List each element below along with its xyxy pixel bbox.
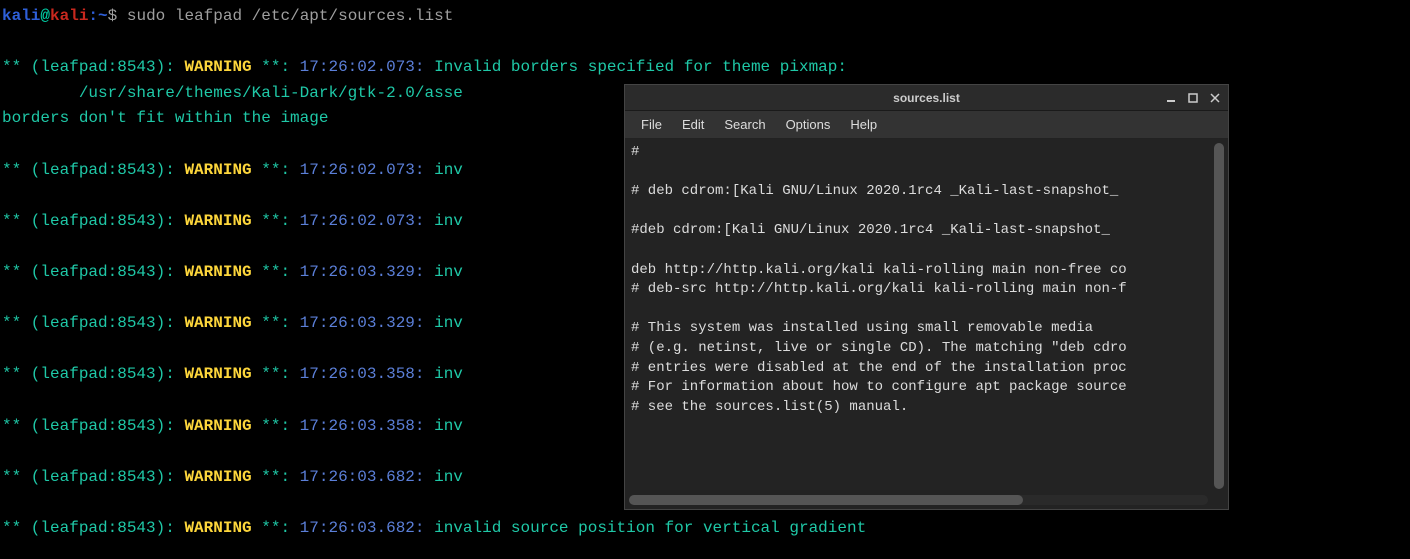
prompt-path: ~ (98, 7, 108, 25)
prompt-dollar: $ (108, 7, 118, 25)
maximize-icon (1187, 92, 1199, 104)
prompt-sep: : (88, 7, 98, 25)
editor-content[interactable]: # # deb cdrom:[Kali GNU/Linux 2020.1rc4 … (625, 139, 1228, 421)
close-button[interactable] (1206, 89, 1224, 107)
menu-edit[interactable]: Edit (672, 115, 714, 134)
vertical-scrollbar[interactable] (1214, 143, 1224, 489)
prompt: kali@kali:~$ sudo leafpad /etc/apt/sourc… (2, 7, 453, 25)
titlebar-buttons (1162, 89, 1224, 107)
minimize-icon (1165, 92, 1177, 104)
prompt-at: @ (40, 7, 50, 25)
menu-file[interactable]: File (631, 115, 672, 134)
titlebar[interactable]: sources.list (625, 85, 1228, 111)
menu-search[interactable]: Search (714, 115, 775, 134)
minimize-button[interactable] (1162, 89, 1180, 107)
menubar: FileEditSearchOptionsHelp (625, 111, 1228, 139)
maximize-button[interactable] (1184, 89, 1202, 107)
close-icon (1209, 92, 1221, 104)
menu-options[interactable]: Options (776, 115, 841, 134)
horizontal-scrollbar[interactable] (629, 495, 1208, 505)
menu-help[interactable]: Help (840, 115, 887, 134)
command-text: sudo leafpad /etc/apt/sources.list (127, 7, 453, 25)
window-title: sources.list (893, 91, 960, 105)
prompt-host: kali (50, 7, 88, 25)
horizontal-scrollbar-thumb[interactable] (629, 495, 1023, 505)
leafpad-window[interactable]: sources.list FileEditSearchOptionsHelp #… (624, 84, 1229, 510)
vertical-scrollbar-thumb[interactable] (1214, 143, 1224, 489)
prompt-user: kali (2, 7, 40, 25)
editor-area[interactable]: # # deb cdrom:[Kali GNU/Linux 2020.1rc4 … (625, 139, 1228, 509)
